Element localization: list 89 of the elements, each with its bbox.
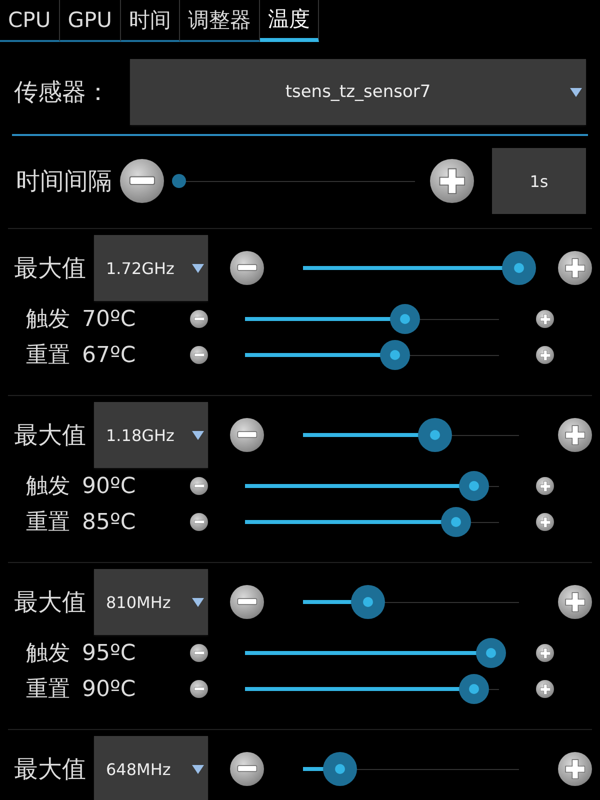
- slider-thumb[interactable]: [476, 638, 506, 668]
- dropdown-arrow-icon: [192, 765, 204, 774]
- frequency-dropdown[interactable]: 1.72GHz: [94, 235, 208, 301]
- minus-icon: [236, 765, 258, 773]
- plus-icon: [540, 516, 550, 528]
- plus-icon: [564, 258, 586, 278]
- max-label: 最大值: [14, 754, 86, 785]
- minus-icon: [194, 353, 204, 357]
- increase-button[interactable]: [536, 513, 554, 531]
- sensor-dropdown[interactable]: tsens_tz_sensor7: [130, 59, 586, 125]
- slider-thumb[interactable]: [172, 174, 186, 188]
- slider-thumb[interactable]: [322, 752, 357, 786]
- decrease-button[interactable]: [190, 477, 208, 495]
- increase-button[interactable]: [558, 585, 592, 619]
- decrease-button[interactable]: [230, 251, 264, 285]
- plus-icon: [540, 648, 550, 658]
- slider-thumb[interactable]: [418, 418, 452, 452]
- max-label: 最大值: [14, 420, 86, 451]
- plus-icon: [564, 758, 586, 780]
- minus-icon: [194, 687, 204, 691]
- temperature-reading: 95ºC: [82, 640, 137, 666]
- interval-label: 时间间隔: [16, 166, 112, 197]
- plus-icon: [540, 480, 550, 492]
- minus-icon: [194, 520, 204, 524]
- decrease-button[interactable]: [230, 418, 264, 452]
- increase-button[interactable]: [536, 644, 554, 662]
- decrease-button[interactable]: [190, 513, 208, 531]
- tab[interactable]: 时间: [121, 0, 180, 42]
- threshold-label: 触发: [26, 640, 70, 668]
- threshold-label: 重置: [26, 509, 70, 537]
- increase-button[interactable]: [558, 418, 592, 452]
- increase-button[interactable]: [430, 159, 474, 203]
- minus-icon: [128, 176, 156, 186]
- threshold-label: 触发: [26, 306, 70, 334]
- slider-thumb[interactable]: [458, 471, 489, 501]
- slider-thumb[interactable]: [440, 507, 471, 537]
- minus-icon: [236, 264, 258, 272]
- decrease-button[interactable]: [230, 585, 264, 619]
- minus-icon: [194, 651, 204, 655]
- minus-icon: [194, 484, 204, 488]
- decrease-button[interactable]: [230, 752, 264, 786]
- tab[interactable]: GPU: [60, 0, 122, 42]
- decrease-button[interactable]: [190, 346, 208, 364]
- threshold-label: 重置: [26, 342, 70, 370]
- increase-button[interactable]: [536, 346, 554, 364]
- slider-thumb[interactable]: [380, 340, 410, 370]
- plus-icon: [540, 684, 550, 694]
- plus-icon: [438, 168, 466, 194]
- dropdown-arrow-icon: [570, 88, 582, 97]
- increase-button[interactable]: [536, 680, 554, 698]
- dropdown-arrow-icon: [192, 431, 204, 440]
- slider-thumb[interactable]: [350, 585, 385, 619]
- threshold-label: 触发: [26, 473, 70, 501]
- dropdown-arrow-icon: [192, 264, 204, 273]
- slider-thumb[interactable]: [390, 304, 420, 334]
- frequency-dropdown[interactable]: 810MHz: [94, 569, 208, 635]
- interval-value-box[interactable]: 1s: [492, 148, 586, 214]
- minus-icon: [194, 317, 204, 321]
- temperature-reading: 90ºC: [82, 676, 137, 702]
- increase-button[interactable]: [536, 310, 554, 328]
- plus-icon: [564, 424, 586, 446]
- sensor-label: 传感器：: [14, 77, 110, 108]
- plus-icon: [540, 350, 550, 360]
- tab[interactable]: CPU: [0, 0, 60, 42]
- decrease-button[interactable]: [190, 680, 208, 698]
- frequency-dropdown[interactable]: 648MHz: [94, 736, 208, 800]
- temperature-reading: 90ºC: [82, 474, 137, 498]
- increase-button[interactable]: [558, 251, 592, 285]
- temperature-reading: 67ºC: [82, 342, 137, 368]
- dropdown-arrow-icon: [192, 598, 204, 607]
- temperature-reading: 85ºC: [82, 510, 137, 534]
- tab[interactable]: 调整器: [180, 0, 260, 42]
- slider-thumb[interactable]: [458, 674, 489, 704]
- frequency-dropdown[interactable]: 1.18GHz: [94, 402, 208, 468]
- increase-button[interactable]: [558, 752, 592, 786]
- tab[interactable]: 温度: [260, 0, 320, 42]
- threshold-label: 重置: [26, 676, 70, 704]
- slider-thumb[interactable]: [502, 251, 536, 285]
- decrease-button[interactable]: [120, 159, 164, 203]
- max-label: 最大值: [14, 587, 86, 618]
- max-label: 最大值: [14, 253, 86, 284]
- increase-button[interactable]: [536, 477, 554, 495]
- decrease-button[interactable]: [190, 644, 208, 662]
- plus-icon: [540, 314, 550, 324]
- minus-icon: [236, 431, 258, 439]
- minus-icon: [236, 598, 258, 606]
- temperature-reading: 70ºC: [82, 306, 137, 332]
- plus-icon: [564, 592, 586, 612]
- decrease-button[interactable]: [190, 310, 208, 328]
